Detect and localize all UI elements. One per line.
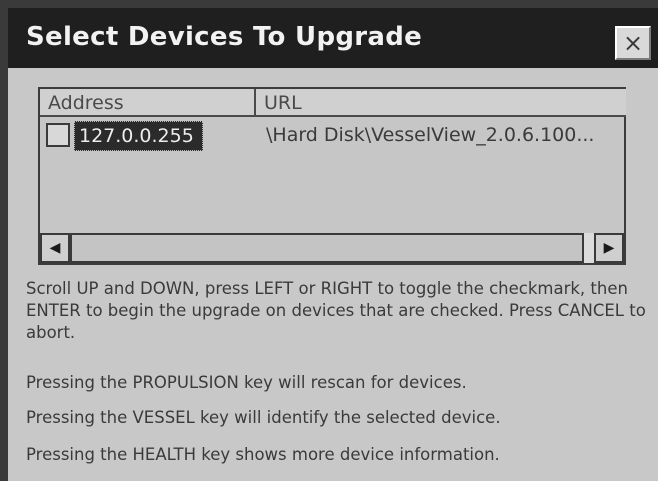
note-health: Pressing the HEALTH key shows more devic… [26,445,500,464]
device-url: \Hard Disk\VesselView_2.0.6.100... [266,124,595,146]
list-header: Address URL [40,89,626,119]
device-row[interactable]: 127.0.0.255 \Hard Disk\VesselView_2.0.6.… [40,121,624,151]
close-icon: × [622,29,644,57]
horizontal-scrollbar[interactable]: ◀ ▶ [40,233,624,263]
column-header-url[interactable]: URL [256,89,626,117]
scroll-left-button[interactable]: ◀ [40,233,70,263]
dialog-title: Select Devices To Upgrade [26,22,423,52]
column-header-address[interactable]: Address [40,89,256,117]
arrow-right-icon: ▶ [603,240,615,256]
note-vessel: Pressing the VESSEL key will identify th… [26,408,501,427]
device-checkbox[interactable] [46,123,70,147]
close-button[interactable]: × [615,26,651,60]
upgrade-dialog: Select Devices To Upgrade × Address URL … [8,8,658,481]
scroll-right-button[interactable]: ▶ [594,233,624,263]
device-address: 127.0.0.255 [74,121,203,151]
arrow-left-icon: ◀ [49,240,61,256]
instructions-text: Scroll UP and DOWN, press LEFT or RIGHT … [26,279,646,342]
scroll-thumb[interactable] [70,233,584,263]
device-list[interactable]: Address URL 127.0.0.255 \Hard Disk\Vesse… [38,87,626,265]
title-bar: Select Devices To Upgrade × [8,8,658,68]
note-propulsion: Pressing the PROPULSION key will rescan … [26,373,467,392]
